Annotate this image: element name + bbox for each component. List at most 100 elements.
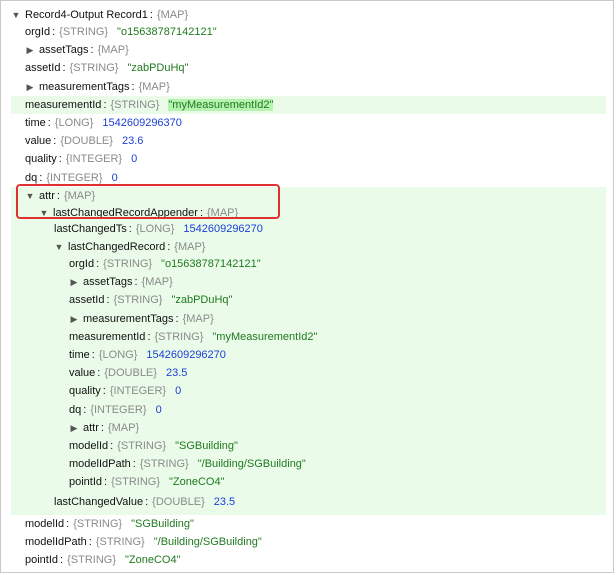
field-value: "myMeasurementId2": [168, 98, 274, 111]
collapsed-arrow-icon[interactable]: ▶: [69, 310, 79, 328]
field-type: {DOUBLE}: [104, 367, 157, 380]
tree-field: measurementId: {STRING} "myMeasurementId2": [69, 330, 318, 343]
field-value: "zabPDuHq": [127, 62, 189, 75]
field-key: orgId: [69, 258, 95, 270]
tree-field-lastChangedTs: lastChangedTs: {LONG} 1542609296270: [54, 223, 263, 235]
field-value: "myMeasurementId2": [212, 330, 318, 343]
field-value: 23.5: [165, 367, 188, 380]
field-key: time: [25, 117, 46, 129]
field-type: {LONG}: [98, 349, 138, 361]
field-value: 1542609296270: [183, 223, 263, 235]
tree-field: pointId: {STRING} "ZoneCO4": [69, 476, 225, 489]
tree-field[interactable]: ▶ assetTags: {MAP}: [69, 273, 182, 291]
field-type: {STRING}: [69, 62, 119, 75]
field-value: "o15638787142121": [117, 26, 217, 38]
field-type: {STRING}: [73, 518, 123, 530]
collapsed-arrow-icon[interactable]: ▶: [25, 78, 35, 96]
field-value: "o15638787142121": [161, 258, 261, 270]
tree-field-lastChangedValue: lastChangedValue: {DOUBLE} 23.5: [54, 496, 236, 508]
field-key: measurementId: [25, 98, 102, 111]
field-key: modelId: [25, 518, 65, 530]
field-type: {DOUBLE}: [60, 135, 113, 148]
field-type: {STRING}: [103, 258, 153, 270]
field-type: {STRING}: [117, 440, 167, 452]
collapsed-arrow-icon[interactable]: ▶: [69, 419, 79, 437]
tree-field: quality: {INTEGER} 0: [25, 153, 138, 166]
field-type: {STRING}: [67, 554, 116, 567]
field-type: {MAP}: [138, 80, 170, 93]
field-key: dq: [69, 403, 82, 416]
field-value: "zabPDuHq": [171, 294, 233, 307]
expanded-arrow-icon[interactable]: ▼: [11, 6, 21, 24]
field-key: time: [69, 349, 90, 361]
tree-field[interactable]: ▶ measurementTags: {MAP}: [25, 78, 179, 96]
field-key: measurementTags: [39, 80, 130, 93]
field-value: "SGBuilding": [131, 518, 194, 530]
tree-root[interactable]: ▼ Record4-Output Record1: {MAP}: [11, 6, 197, 24]
field-value: 1542609296270: [146, 349, 226, 361]
tree-field: modelIdPath: {STRING} "/Building/SGBuildin…: [69, 458, 306, 471]
field-value: 23.5: [213, 496, 236, 508]
field-type: {MAP}: [97, 44, 129, 57]
tree-field: quality: {INTEGER} 0: [69, 385, 182, 398]
field-key: assetTags: [39, 44, 89, 57]
tree-field: pointId: {STRING} "ZoneCO4": [25, 554, 181, 567]
tree-field: assetId: {STRING} "zabPDuHq": [25, 62, 189, 75]
field-value: 23.6: [121, 135, 144, 148]
field-type: {INTEGER}: [46, 171, 103, 184]
field-key: quality: [69, 385, 101, 398]
field-value: 1542609296370: [102, 117, 182, 129]
field-value: "ZoneCO4": [125, 554, 181, 567]
field-type: {STRING}: [139, 458, 189, 471]
tree-field[interactable]: ▶ measurementTags: {MAP}: [69, 310, 223, 328]
field-type: {LONG}: [54, 117, 94, 129]
tree-field[interactable]: ▶ assetTags: {MAP}: [25, 41, 138, 59]
field-type: {STRING}: [110, 98, 160, 111]
tree-field: orgId: {STRING} "o15638787142121": [69, 258, 261, 270]
tree-field: modelIdPath: {STRING} "/Building/SGBuildin…: [25, 536, 262, 549]
field-key: measurementTags: [83, 312, 174, 325]
field-type: {INTEGER}: [109, 385, 167, 398]
field-key: dq: [25, 171, 38, 184]
tree-field: assetId: {STRING} "zabPDuHq": [69, 294, 233, 307]
field-key: pointId: [25, 554, 59, 567]
root-type: {MAP}: [156, 9, 189, 21]
field-key: orgId: [25, 26, 51, 38]
field-key: assetId: [69, 294, 105, 307]
field-type: {STRING}: [59, 26, 109, 38]
field-key: modelIdPath: [25, 536, 87, 549]
field-key: modelIdPath: [69, 458, 131, 471]
field-type: {STRING}: [154, 330, 204, 343]
field-type: {INTEGER}: [90, 403, 147, 416]
field-key: quality: [25, 153, 57, 166]
field-value: 0: [131, 153, 138, 166]
field-type: {STRING}: [113, 294, 163, 307]
root-label: Record4-Output Record1: [25, 9, 148, 21]
tree-field: value: {DOUBLE} 23.6: [25, 135, 144, 148]
tree-field: dq: {INTEGER} 0: [69, 403, 162, 416]
field-value: "/Building/SGBuilding": [153, 536, 262, 549]
field-value: 0: [111, 171, 118, 184]
field-key: assetTags: [83, 276, 133, 289]
tree-field[interactable]: ▶ attr: {MAP}: [69, 419, 148, 437]
field-value: "ZoneCO4": [169, 476, 225, 489]
tree-field: modelId: {STRING} "SGBuilding": [69, 440, 238, 452]
field-type: {MAP}: [107, 421, 140, 434]
field-type: {STRING}: [111, 476, 160, 489]
tree-viewer: ▼ Record4-Output Record1: {MAP} orgId: {STR…: [0, 0, 614, 573]
field-key: pointId: [69, 476, 103, 489]
collapsed-arrow-icon[interactable]: ▶: [69, 273, 79, 291]
field-key: value: [69, 367, 96, 380]
field-value: "/Building/SGBuilding": [197, 458, 306, 471]
field-value: 0: [175, 385, 182, 398]
tree-node-lastChangedRecord[interactable]: ▼ lastChangedRecord: {MAP}: [54, 238, 214, 256]
collapsed-arrow-icon[interactable]: ▶: [25, 41, 35, 59]
tree-field: orgId: {STRING} "o15638787142121": [25, 26, 217, 38]
field-key: attr: [83, 421, 99, 434]
field-key: modelId: [69, 440, 109, 452]
field-type: {MAP}: [141, 276, 173, 289]
field-key: value: [25, 135, 52, 148]
field-type: {INTEGER}: [65, 153, 123, 166]
expanded-arrow-icon[interactable]: ▼: [54, 238, 64, 256]
tree-field: time: {LONG} 1542609296270: [69, 349, 226, 361]
